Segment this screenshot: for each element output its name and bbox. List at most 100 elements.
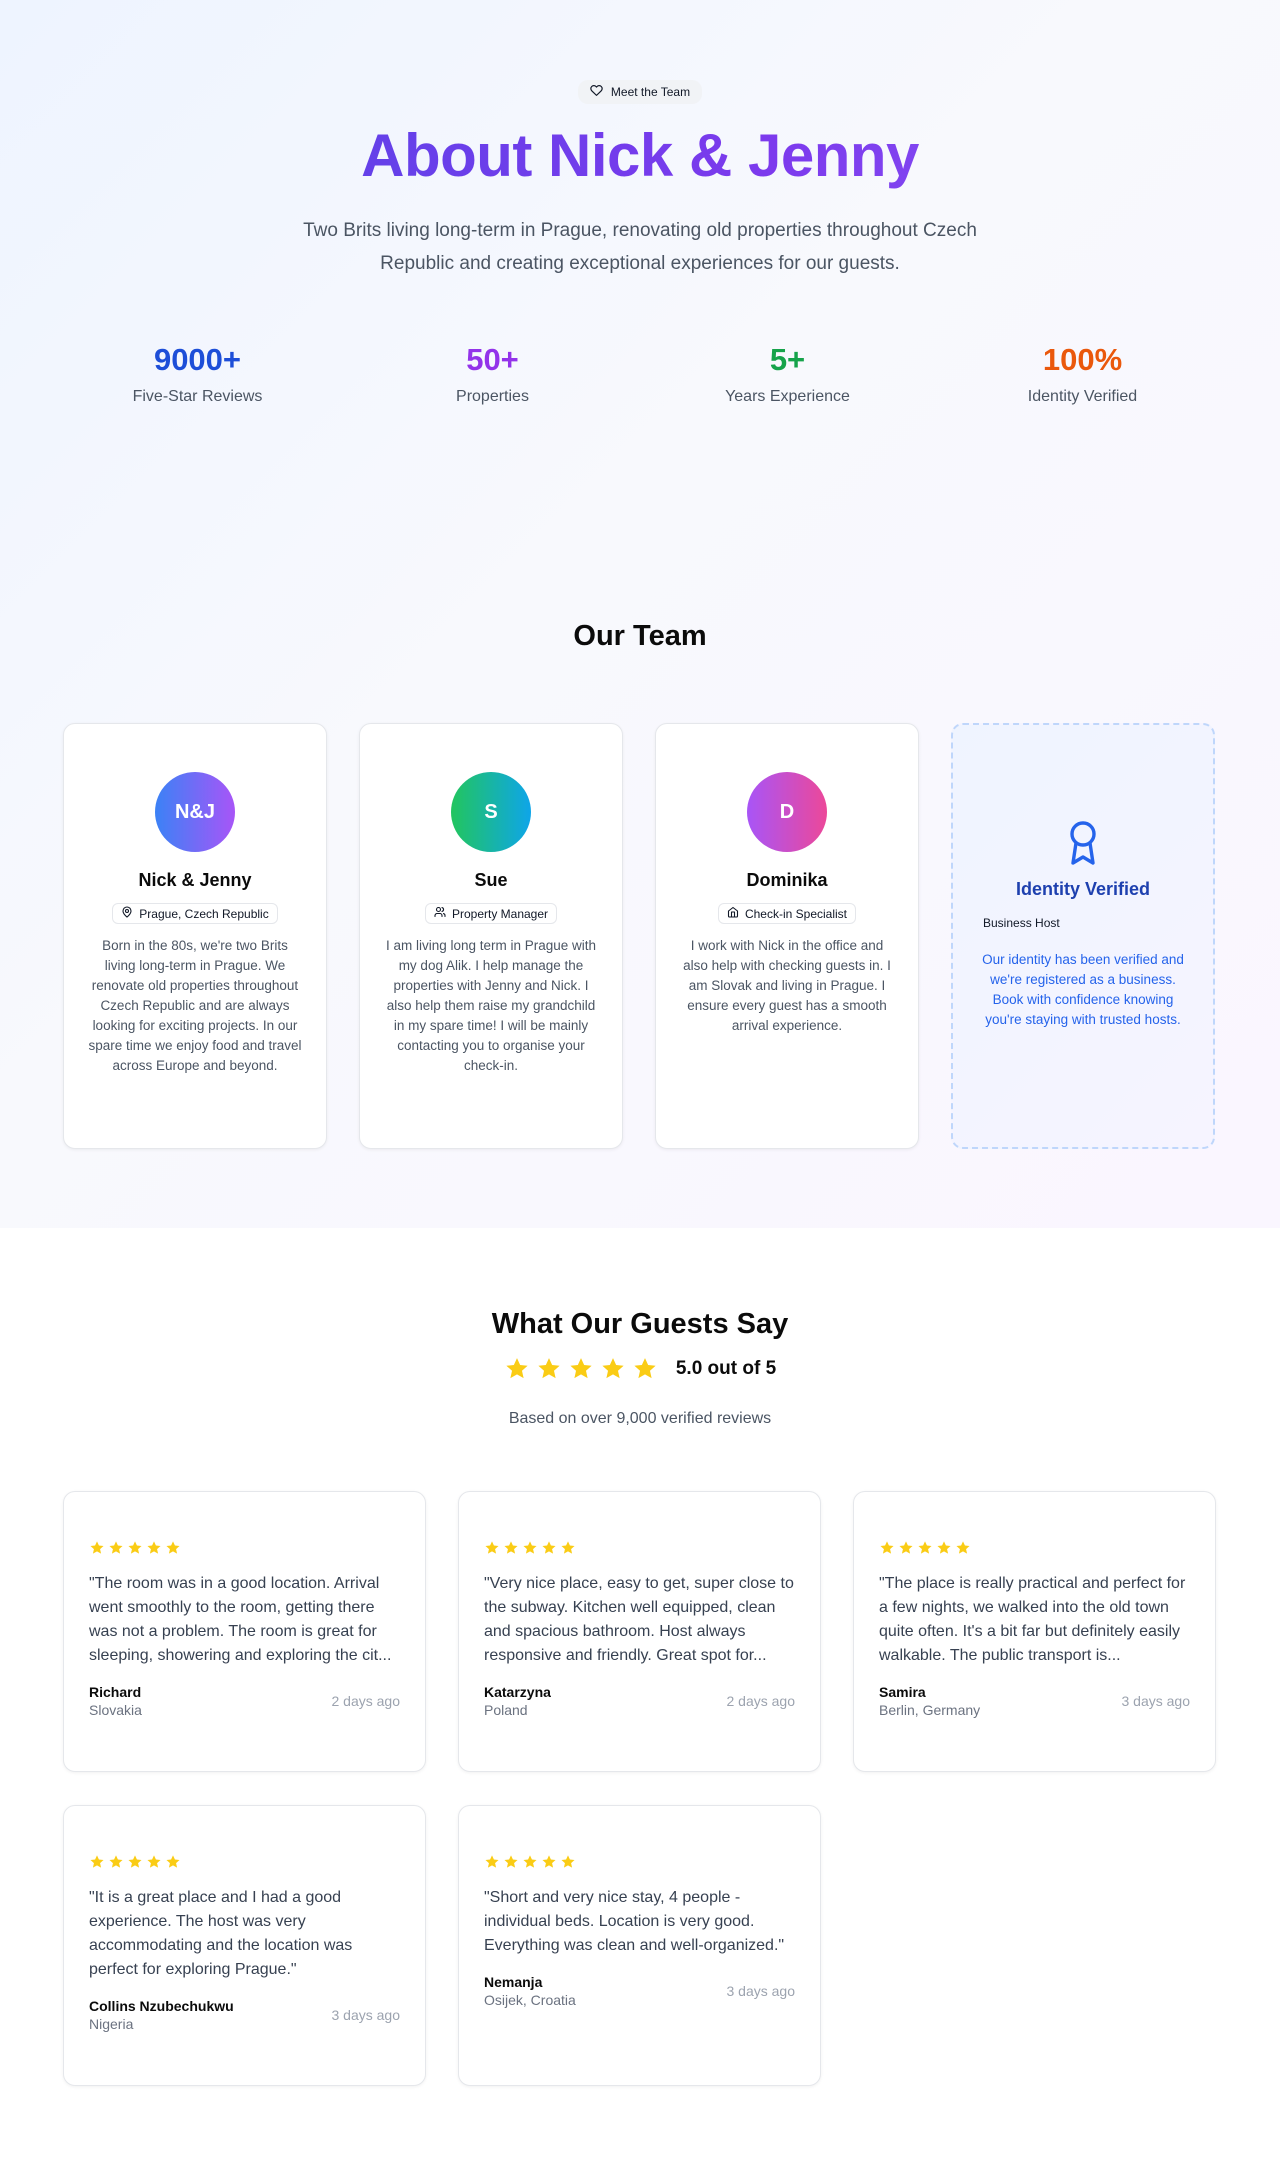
reviews-count-text: Based on over 9,000 verified reviews [508,1410,772,1427]
review-card: "Short and very nice stay, 4 people - in… [458,1805,821,2086]
star-icon [880,1541,894,1554]
star-icon [109,1541,123,1554]
meet-team-badge: Meet the Team [577,80,703,104]
member-role-badge: Check-in Specialist [717,903,857,924]
reviewer-location: Slovakia [89,1702,142,1718]
star-icon [128,1855,142,1868]
stat-value: 100% [1042,342,1123,377]
review-time: 2 days ago [726,1693,796,1709]
about-section: Meet the Team About Nick & Jenny Two Bri… [0,0,1280,1228]
star-icon [561,1541,575,1554]
review-quote: "The room was in a good location. Arriva… [89,1575,392,1664]
stat-experience: 5+ Years Experience [640,340,935,406]
home-icon [727,906,739,921]
star-icon [485,1855,499,1868]
reviewer-location: Nigeria [89,2016,134,2032]
review-stars [89,1854,400,1870]
reviewer-name: Nemanja [484,1974,543,1990]
member-bio: I am living long term in Prague with my … [385,938,597,1073]
star-icon [542,1541,556,1554]
review-quote: "It is a great place and I had a good ex… [89,1889,353,1978]
team-card-sue: S Sue Property Manager I am living long … [359,723,623,1149]
member-role: Prague, Czech Republic [139,906,269,921]
star-icon [918,1541,932,1554]
reviewer-location: Berlin, Germany [879,1702,981,1718]
star-icon [504,1855,518,1868]
review-grid: "The room was in a good location. Arriva… [63,1491,1217,2086]
star-icon [634,1358,656,1379]
review-time: 2 days ago [331,1693,401,1709]
team-grid: N&J Nick & Jenny Prague, Czech Republic … [63,723,1215,1149]
stat-properties: 50+ Properties [345,340,640,406]
review-card: "It is a great place and I had a good ex… [63,1805,426,2086]
review-card: "Very nice place, easy to get, super clo… [458,1491,821,1772]
review-quote: "Very nice place, easy to get, super clo… [484,1575,794,1664]
review-quote: "Short and very nice stay, 4 people - in… [484,1889,785,1954]
star-icon [523,1855,537,1868]
review-time: 3 days ago [1121,1693,1191,1709]
page-title: About Nick & Jenny [0,120,1280,192]
stats-row: 9000+ Five-Star Reviews 50+ Properties 5… [50,340,1230,406]
reviewer-info: Richard Slovakia 2 days ago [89,1684,400,1718]
stat-label: Identity Verified [1027,388,1138,405]
team-card-dominika: D Dominika Check-in Specialist I work wi… [655,723,919,1149]
award-icon [1063,819,1103,867]
star-icon [147,1855,161,1868]
reviewer-name: Samira [879,1684,926,1700]
star-icon [128,1541,142,1554]
rating-text: 5.0 out of 5 [675,1358,777,1379]
team-card-nick-jenny: N&J Nick & Jenny Prague, Czech Republic … [63,723,327,1149]
stat-reviews: 9000+ Five-Star Reviews [50,340,345,406]
reviewer-info: Nemanja Osijek, Croatia 3 days ago [484,1974,795,2008]
star-icon [147,1541,161,1554]
star-icon [937,1541,951,1554]
stat-label: Five-Star Reviews [132,388,263,405]
review-time: 3 days ago [331,2007,401,2023]
page-subtitle: Two Brits living long-term in Prague, re… [303,220,977,274]
member-bio: I work with Nick in the office and also … [683,938,891,1033]
member-name: Dominika [746,870,828,890]
star-icon [602,1358,624,1379]
review-time: 3 days ago [726,1983,796,1999]
member-role-badge: Property Manager [424,903,558,924]
overall-rating: 5.0 out of 5 [0,1356,1280,1382]
star-icon [570,1358,592,1379]
reviewer-location: Poland [484,1702,528,1718]
identity-verified-card: Identity Verified Business Host Our iden… [951,723,1215,1149]
star-icon [90,1541,104,1554]
review-stars [89,1540,400,1556]
review-stars [484,1540,795,1556]
reviews-heading: What Our Guests Say [491,1308,789,1340]
users-icon [434,906,446,921]
star-icon [542,1855,556,1868]
star-icon [166,1855,180,1868]
badge-label: Meet the Team [610,85,691,99]
stat-value: 50+ [466,342,519,377]
star-icon [538,1358,560,1379]
star-icon [899,1541,913,1554]
member-name: Nick & Jenny [138,870,252,890]
team-heading: Our Team [573,620,707,652]
avatar: N&J [155,772,235,852]
review-stars [879,1540,1190,1556]
stat-value: 9000+ [153,342,242,377]
reviewer-info: Katarzyna Poland 2 days ago [484,1684,795,1718]
verified-text: Our identity has been verified and we're… [982,952,1184,1027]
review-quote: "The place is really practical and perfe… [879,1575,1186,1664]
reviewer-location: Osijek, Croatia [484,1992,576,2008]
reviewer-info: Samira Berlin, Germany 3 days ago [879,1684,1190,1718]
stat-verified: 100% Identity Verified [935,340,1230,406]
reviewer-name: Collins Nzubechukwu [89,1998,234,2014]
star-icon [166,1541,180,1554]
star-icon [90,1855,104,1868]
member-name: Sue [474,870,508,890]
reviews-section: What Our Guests Say 5.0 out of 5 Based o… [0,1228,1280,2169]
star-icon [506,1358,528,1379]
review-card: "The room was in a good location. Arriva… [63,1491,426,1772]
stat-label: Years Experience [725,388,850,405]
avatar: D [747,772,827,852]
review-stars [484,1854,795,1870]
stat-value: 5+ [769,342,806,377]
member-role: Property Manager [451,906,549,921]
map-pin-icon [121,906,133,921]
